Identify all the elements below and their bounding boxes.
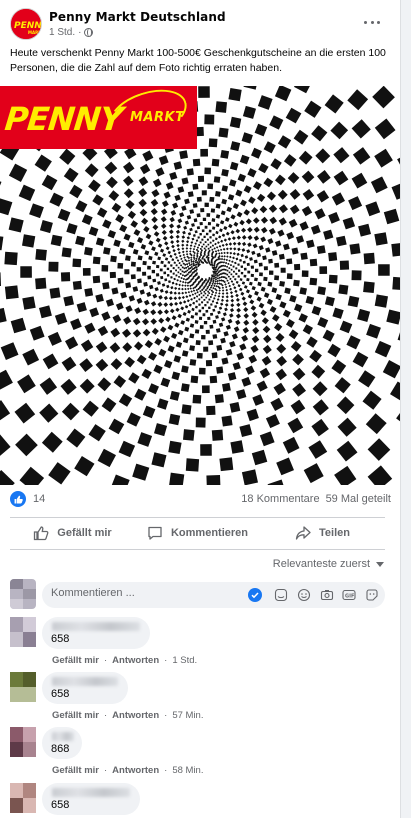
- comment-time[interactable]: 58 Min.: [172, 765, 203, 776]
- comment-reply-link[interactable]: Antworten: [112, 765, 159, 776]
- comment-input[interactable]: [51, 587, 241, 599]
- penny-logo: PENNY MARKT: [0, 86, 197, 149]
- globe-icon: [84, 28, 94, 37]
- comment-bubble: 658: [42, 672, 128, 704]
- sticker-face-icon[interactable]: [364, 587, 379, 602]
- comment-sort-dropdown[interactable]: Relevanteste zuerst: [273, 558, 384, 570]
- post-text: Heute verschenkt Penny Markt 100-500€ Ge…: [10, 47, 386, 74]
- commenter-name-blurred[interactable]: [52, 622, 140, 631]
- comment-text: 658: [51, 799, 70, 811]
- comment-button[interactable]: Kommentieren: [135, 518, 260, 548]
- camera-icon[interactable]: [319, 587, 334, 602]
- like-count[interactable]: 14: [33, 493, 45, 505]
- like-button[interactable]: Gefällt mir: [10, 518, 135, 548]
- gif-icon[interactable]: GIF: [341, 587, 356, 602]
- post-actions: Gefällt mir Kommentieren Teilen: [10, 518, 385, 548]
- like-reaction-icon[interactable]: [10, 491, 26, 507]
- share-button[interactable]: Teilen: [260, 518, 385, 548]
- post-header: PENNY MARKT Penny Markt Deutschland 1 St…: [0, 0, 400, 44]
- commenter-avatar[interactable]: [10, 672, 36, 702]
- sticker-icon[interactable]: [296, 587, 311, 602]
- comment-count[interactable]: 18 Kommentare: [241, 493, 319, 505]
- thumbs-up-icon: [34, 526, 49, 541]
- commenter-name-blurred[interactable]: [52, 677, 118, 686]
- comment-like-link[interactable]: Gefällt mir: [52, 765, 99, 776]
- comment-time[interactable]: 1 Std.: [172, 655, 197, 666]
- like-label: Gefällt mir: [57, 527, 112, 539]
- post-time[interactable]: 1 Std.: [49, 27, 75, 38]
- comment-like-link[interactable]: Gefällt mir: [52, 710, 99, 721]
- share-count[interactable]: 59 Mal geteilt: [326, 493, 391, 505]
- svg-text:GIF: GIF: [345, 593, 354, 599]
- comment-composer[interactable]: GIF: [42, 582, 385, 608]
- send-icon[interactable]: [247, 587, 262, 602]
- divider: [10, 549, 385, 550]
- commenter-avatar[interactable]: [10, 783, 36, 813]
- page-name[interactable]: Penny Markt Deutschland: [49, 10, 226, 24]
- comment-reply-link[interactable]: Antworten: [112, 655, 159, 666]
- time-separator: ·: [78, 27, 82, 38]
- comment-icon: [148, 526, 162, 540]
- sort-label: Relevanteste zuerst: [272, 558, 370, 570]
- comment-actions: Gefällt mir · Antworten · 57 Min.: [52, 710, 204, 721]
- share-icon: [295, 526, 311, 540]
- emoji-icon[interactable]: [273, 587, 288, 602]
- post-photo[interactable]: PENNY MARKT: [0, 86, 400, 485]
- page-avatar[interactable]: PENNY MARKT: [10, 8, 42, 40]
- comment-time[interactable]: 57 Min.: [172, 710, 203, 721]
- post-card: PENNY MARKT Penny Markt Deutschland 1 St…: [0, 0, 401, 818]
- comment-text: 868: [51, 743, 70, 755]
- comment-label: Kommentieren: [170, 527, 249, 539]
- commenter-avatar[interactable]: [10, 727, 36, 757]
- share-label: Teilen: [319, 527, 350, 539]
- chevron-down-icon: [376, 561, 384, 567]
- commenter-name-blurred[interactable]: [52, 788, 130, 797]
- comment-reply-link[interactable]: Antworten: [112, 710, 159, 721]
- comment-bubble: 868: [42, 727, 82, 759]
- comment-actions: Gefällt mir · Antworten · 58 Min.: [52, 765, 204, 776]
- user-avatar[interactable]: [10, 579, 36, 609]
- more-options-icon[interactable]: [364, 14, 380, 30]
- comment-text: 658: [51, 688, 70, 700]
- commenter-name-blurred[interactable]: [52, 732, 74, 741]
- comment-text: 658: [51, 633, 70, 645]
- reactions-row: 14 18 Kommentare 59 Mal geteilt: [10, 491, 391, 507]
- comment-actions: Gefällt mir · Antworten · 1 Std.: [52, 655, 198, 666]
- post-meta: 1 Std. ·: [49, 27, 94, 38]
- svg-text:MARKT: MARKT: [28, 30, 42, 35]
- commenter-avatar[interactable]: [10, 617, 36, 647]
- comment-bubble: 658: [42, 617, 150, 649]
- comment-like-link[interactable]: Gefällt mir: [52, 655, 99, 666]
- comment-bubble: 658: [42, 783, 140, 815]
